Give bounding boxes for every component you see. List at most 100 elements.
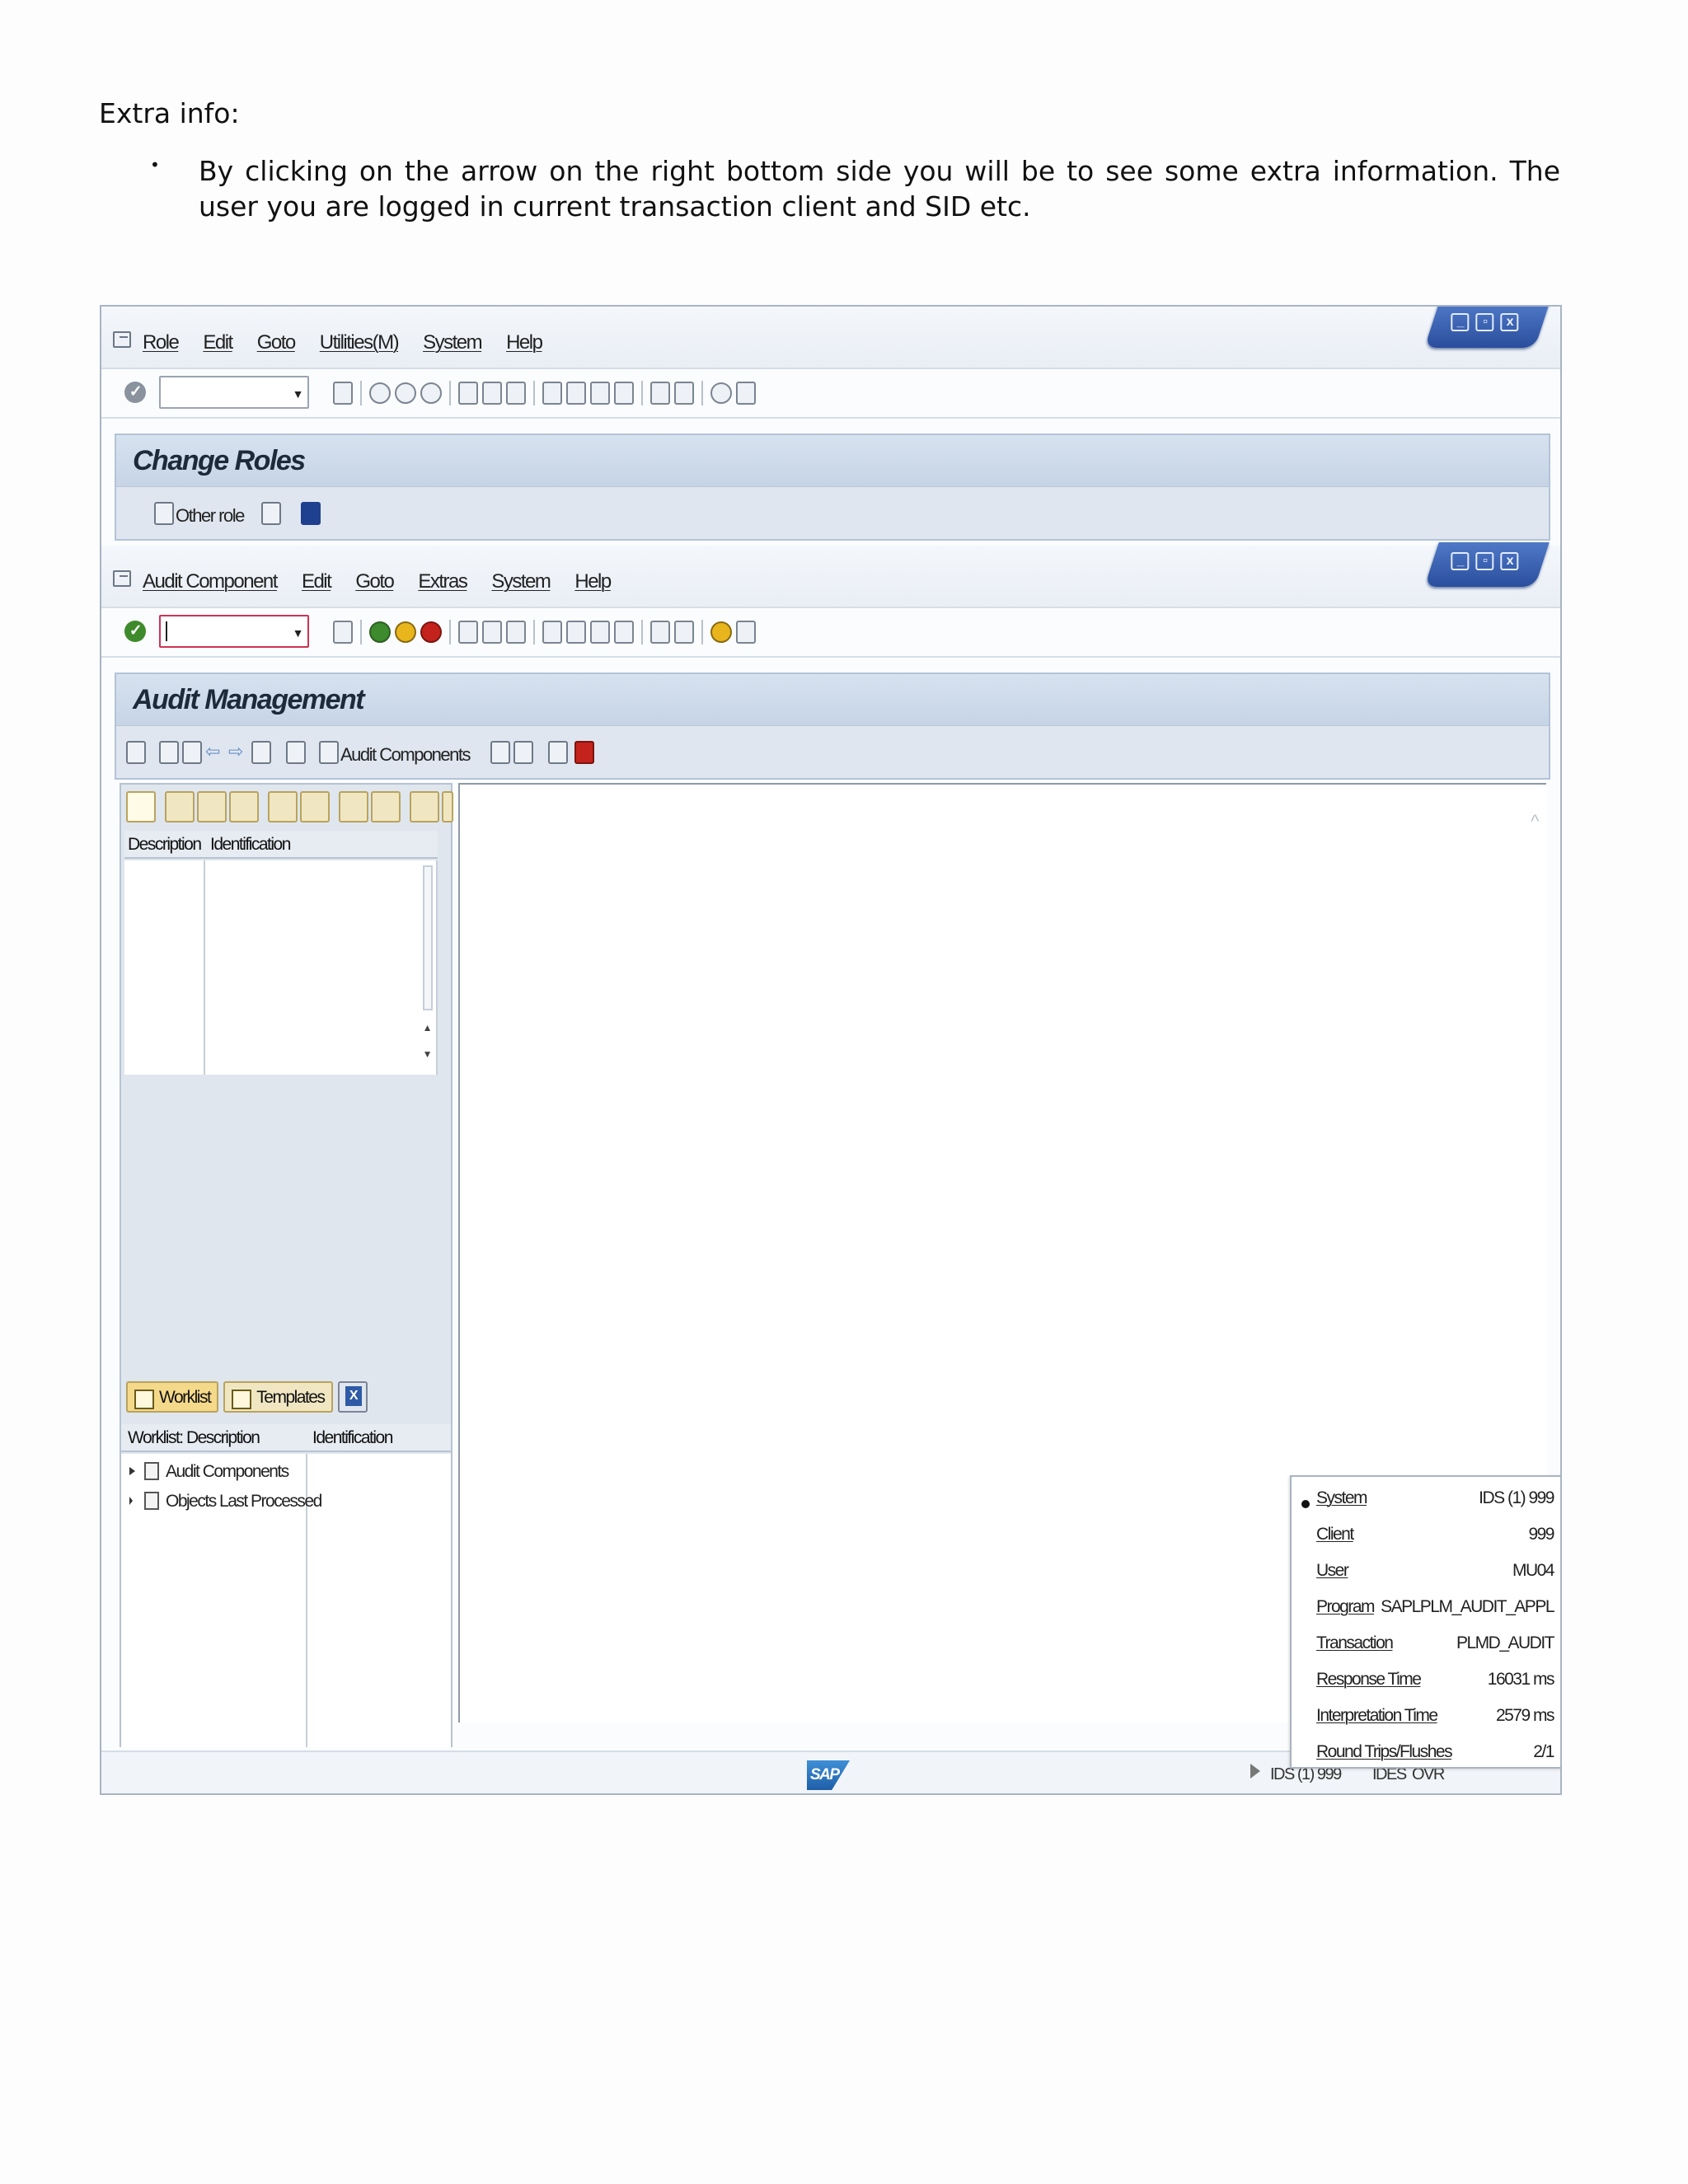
status-expand-arrow-icon[interactable]	[1250, 1764, 1260, 1779]
create-icon[interactable]	[182, 741, 202, 764]
copy-icon[interactable]	[197, 791, 227, 823]
open-folder-icon[interactable]	[159, 741, 179, 764]
restore-icon[interactable]: ▫	[1475, 313, 1494, 331]
menu-role[interactable]: Role	[143, 331, 180, 354]
column-worklist-description[interactable]: Worklist: Description	[128, 1428, 260, 1448]
enter-icon[interactable]: ✓	[124, 621, 146, 642]
save-icon[interactable]	[333, 382, 353, 405]
menu-system[interactable]: System	[491, 570, 551, 593]
next-page-icon[interactable]	[590, 382, 610, 405]
save-icon[interactable]	[333, 621, 353, 644]
next-page-icon[interactable]	[590, 621, 610, 644]
vertical-scrollbar[interactable]	[423, 865, 433, 1010]
other-role-button[interactable]: Other role	[176, 505, 245, 527]
back-icon[interactable]	[369, 382, 391, 404]
paste-icon[interactable]	[229, 791, 259, 823]
find-icon[interactable]	[339, 791, 368, 823]
close-icon[interactable]: x	[1500, 552, 1519, 570]
cancel-icon[interactable]	[420, 382, 442, 404]
display-change-icon[interactable]	[126, 502, 146, 525]
print-icon[interactable]	[458, 382, 478, 405]
new-session-icon[interactable]	[650, 382, 670, 405]
exit-icon[interactable]	[395, 621, 416, 643]
find-next-icon[interactable]	[506, 382, 526, 405]
cancel-icon[interactable]	[420, 621, 442, 643]
previous-page-icon[interactable]	[566, 621, 586, 644]
other-role-icon[interactable]	[154, 502, 174, 525]
restore-icon[interactable]: ▫	[1475, 552, 1494, 570]
last-page-icon[interactable]	[614, 382, 634, 405]
exit-icon[interactable]	[395, 382, 416, 404]
scroll-down-arrow-icon[interactable]: ▼	[423, 1048, 433, 1060]
enter-icon[interactable]: ✓	[124, 382, 146, 403]
scroll-up-icon[interactable]: ^	[1531, 811, 1539, 832]
new-icon[interactable]	[126, 791, 156, 823]
scroll-up-arrow-icon[interactable]: ▲	[423, 1022, 433, 1033]
back-arrow-icon[interactable]	[317, 382, 329, 405]
audit-components-icon[interactable]	[319, 741, 339, 764]
column-identification[interactable]: Identification	[210, 835, 291, 855]
shortcut-icon[interactable]	[674, 621, 694, 644]
close-tab-icon[interactable]	[337, 1381, 368, 1413]
find-icon[interactable]	[482, 382, 502, 405]
menu-help[interactable]: Help	[574, 570, 612, 593]
column-description[interactable]: Description	[128, 835, 202, 855]
tab-templates[interactable]: Templates	[223, 1381, 333, 1413]
find-next-icon[interactable]	[506, 621, 526, 644]
transport-icon[interactable]	[261, 502, 281, 525]
info-icon[interactable]	[301, 502, 321, 525]
menu-goto[interactable]: Goto	[257, 331, 297, 354]
shortcut-icon[interactable]	[674, 382, 694, 405]
help-icon[interactable]	[710, 621, 732, 643]
table-icon[interactable]	[126, 741, 146, 764]
menu-help[interactable]: Help	[506, 331, 543, 354]
tab-worklist[interactable]: Worklist	[126, 1381, 219, 1413]
more-icon[interactable]	[442, 791, 453, 823]
document-icon[interactable]	[513, 741, 533, 764]
menu-icon[interactable]	[113, 570, 131, 587]
new-session-icon[interactable]	[650, 621, 670, 644]
cut-icon[interactable]	[165, 791, 195, 823]
previous-page-icon[interactable]	[566, 382, 586, 405]
expand-icon[interactable]	[490, 741, 510, 764]
display-change-icon[interactable]	[251, 741, 271, 764]
command-field[interactable]: ▼	[159, 615, 309, 648]
command-field[interactable]: ▼	[159, 376, 309, 409]
chevron-down-icon[interactable]: ▼	[293, 387, 304, 401]
menu-edit[interactable]: Edit	[302, 570, 332, 593]
help-book-icon[interactable]	[574, 741, 594, 764]
find-next-icon[interactable]	[371, 791, 401, 823]
back-icon[interactable]	[369, 621, 391, 643]
expand-arrow-icon[interactable]	[129, 1467, 135, 1475]
forward-arrow-icon[interactable]: ⇨	[228, 741, 248, 764]
menu-audit-component[interactable]: Audit Component	[143, 570, 278, 593]
menu-edit[interactable]: Edit	[203, 331, 233, 354]
chevron-down-icon[interactable]: ▼	[293, 626, 304, 640]
delete-icon[interactable]	[300, 791, 330, 823]
menu-utilities[interactable]: Utilities(M)	[320, 331, 400, 354]
audit-components-button[interactable]: Audit Components	[340, 744, 471, 766]
hierarchy-icon[interactable]	[286, 741, 306, 764]
menu-goto[interactable]: Goto	[355, 570, 395, 593]
structure-icon[interactable]	[548, 741, 568, 764]
layout-menu-icon[interactable]	[736, 621, 756, 644]
column-worklist-identification[interactable]: Identification	[312, 1428, 393, 1448]
first-page-icon[interactable]	[542, 382, 562, 405]
back-arrow-icon[interactable]	[317, 621, 329, 644]
close-icon[interactable]: x	[1500, 313, 1519, 331]
print-icon[interactable]	[458, 621, 478, 644]
back-arrow-icon[interactable]: ⇦	[205, 741, 225, 764]
help-icon[interactable]	[710, 382, 732, 404]
first-page-icon[interactable]	[542, 621, 562, 644]
find-icon[interactable]	[482, 621, 502, 644]
menu-system[interactable]: System	[423, 331, 483, 354]
insert-icon[interactable]	[268, 791, 298, 823]
menu-icon[interactable]	[113, 331, 131, 348]
minimize-icon[interactable]: _	[1451, 313, 1470, 331]
filter-icon[interactable]	[410, 791, 439, 823]
extra-info-heading: Extra info:	[99, 97, 240, 129]
last-page-icon[interactable]	[614, 621, 634, 644]
menu-extras[interactable]: Extras	[418, 570, 468, 593]
layout-menu-icon[interactable]	[736, 382, 756, 405]
minimize-icon[interactable]: _	[1451, 552, 1470, 570]
